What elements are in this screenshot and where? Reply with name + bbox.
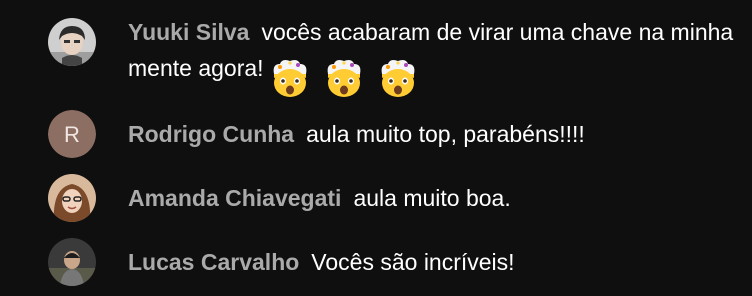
chat-message-list: Yuuki Silva vocês acabaram de virar uma c… <box>0 0 752 296</box>
message-content: aula muito boa. <box>353 185 511 211</box>
exploding-head-icon <box>322 58 366 98</box>
message-text-block: Lucas Carvalho Vocês são incríveis! <box>128 244 738 280</box>
message-content: Vocês são incríveis! <box>311 249 515 275</box>
message-content: aula muito top, parabéns!!!! <box>306 121 585 147</box>
chat-message: Lucas Carvalho Vocês são incríveis! <box>0 238 752 286</box>
author-name[interactable]: Yuuki Silva <box>128 19 249 45</box>
author-name[interactable]: Rodrigo Cunha <box>128 121 294 147</box>
avatar[interactable] <box>48 18 96 66</box>
chat-message: Yuuki Silva vocês acabaram de virar uma c… <box>0 14 752 97</box>
message-text-block: Amanda Chiavegati aula muito boa. <box>128 180 738 216</box>
avatar[interactable] <box>48 174 96 222</box>
avatar[interactable]: R <box>48 110 96 158</box>
chat-message: R Rodrigo Cunha aula muito top, parabéns!… <box>0 110 752 158</box>
message-text-block: Yuuki Silva vocês acabaram de virar uma c… <box>128 14 738 98</box>
exploding-head-icon <box>376 58 420 98</box>
emoji-group <box>268 58 430 98</box>
avatar[interactable] <box>48 238 96 286</box>
message-text-block: Rodrigo Cunha aula muito top, parabéns!!!… <box>128 116 738 152</box>
avatar-letter: R <box>64 122 80 147</box>
chat-message: Amanda Chiavegati aula muito boa. <box>0 174 752 222</box>
author-name[interactable]: Lucas Carvalho <box>128 249 299 275</box>
author-name[interactable]: Amanda Chiavegati <box>128 185 341 211</box>
exploding-head-icon <box>268 58 312 98</box>
